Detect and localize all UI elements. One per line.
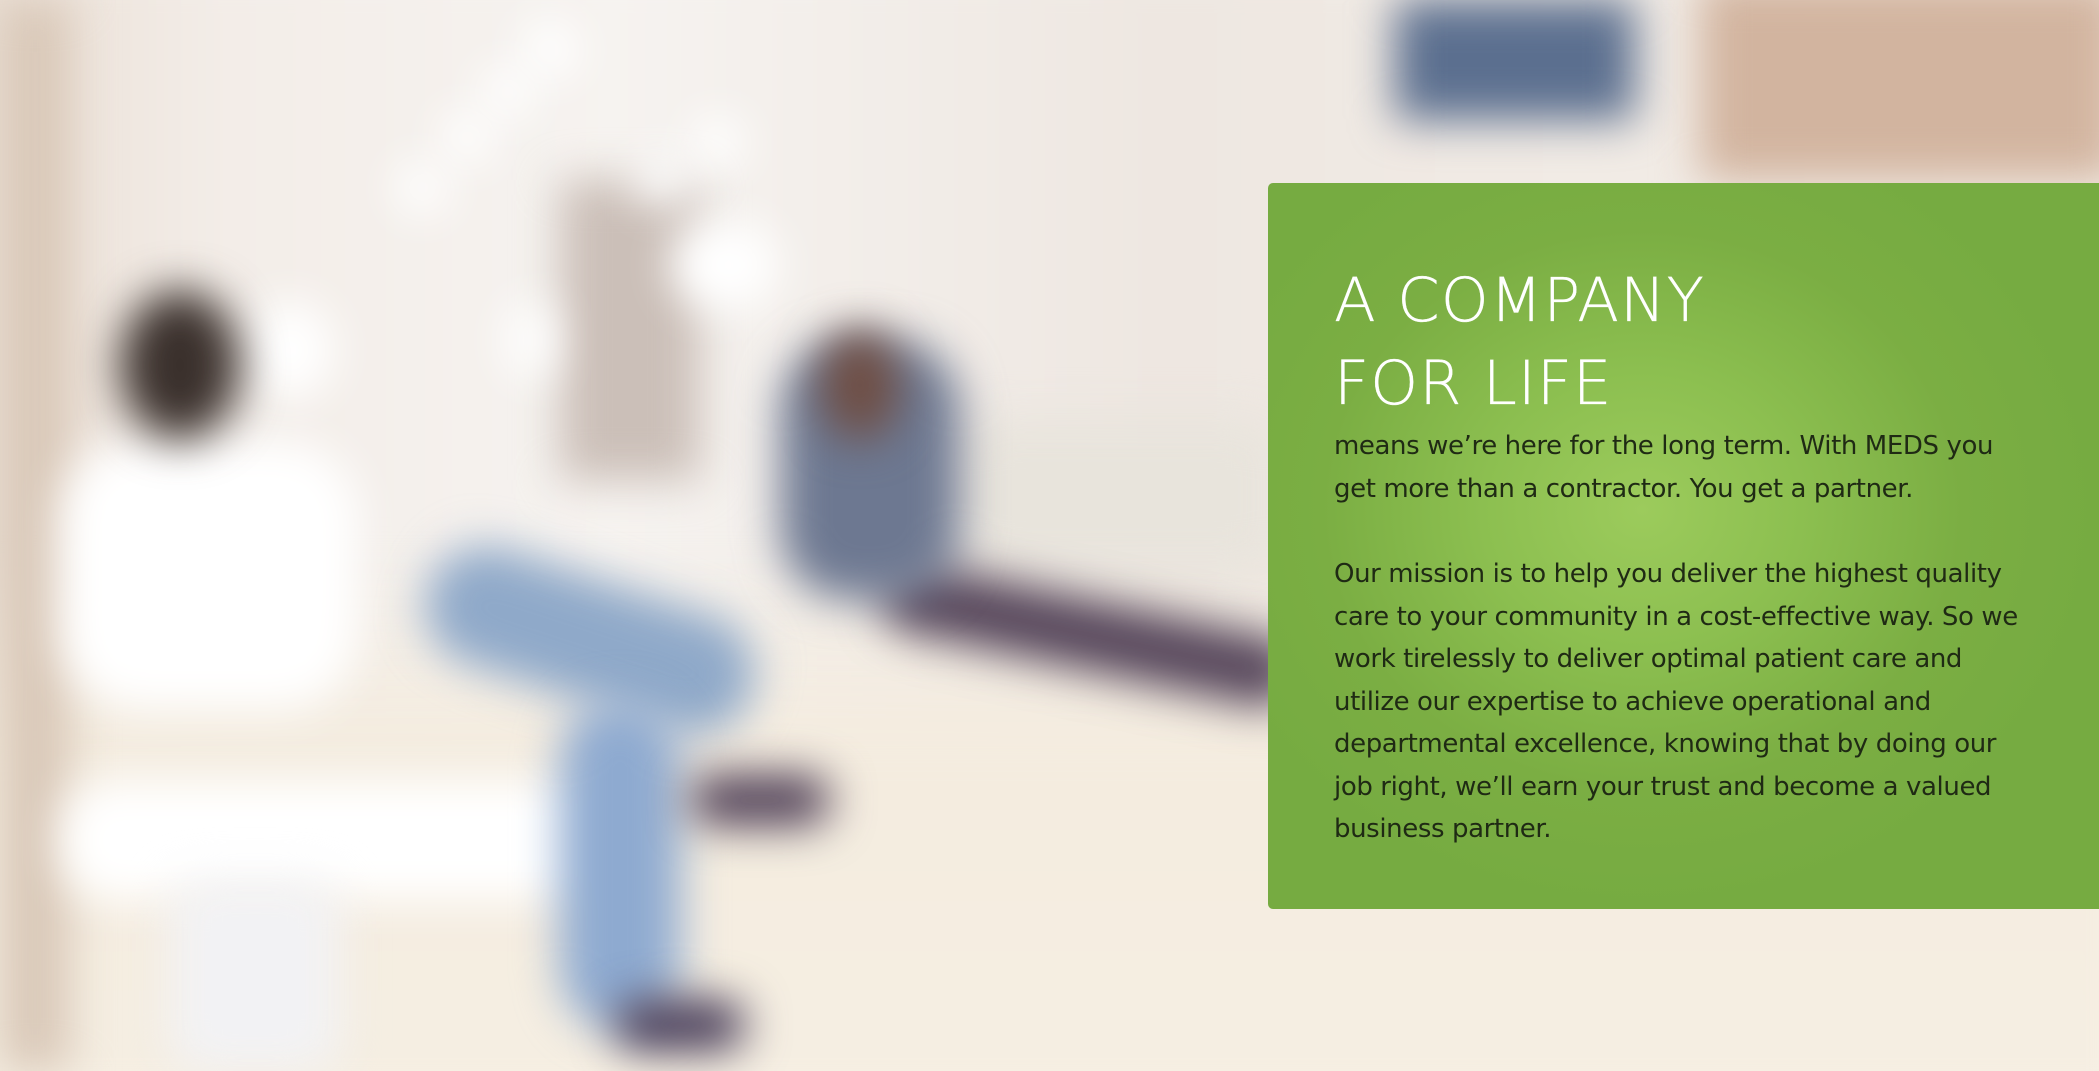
card-mission-paragraph: Our mission is to help you deliver the h… [1334,559,2018,844]
hero-section: A COMPANY FOR LIFE means we’re here for … [0,0,2099,1071]
card-title: A COMPANY FOR LIFE [1334,259,2033,425]
card-title-line1: A COMPANY [1334,265,1705,336]
mission-card: A COMPANY FOR LIFE means we’re here for … [1268,183,2099,909]
card-intro-paragraph: means we’re here for the long term. With… [1334,431,1994,504]
card-title-line2: FOR LIFE [1334,348,1613,419]
